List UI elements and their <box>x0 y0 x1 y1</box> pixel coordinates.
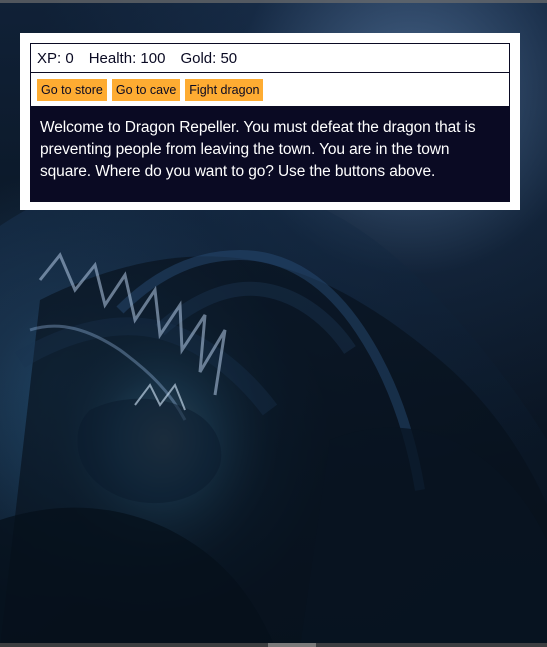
health-value: 100 <box>140 50 166 67</box>
gold-stat: Gold: 50 <box>180 50 237 67</box>
game-text: Welcome to Dragon Repeller. You must def… <box>30 107 510 202</box>
xp-value: 0 <box>65 50 74 67</box>
stats-bar: XP: 0 Health: 100 Gold: 50 <box>30 43 510 73</box>
gold-label: Gold: <box>180 50 217 67</box>
top-edge-strip <box>0 0 547 3</box>
game-message: Welcome to Dragon Repeller. You must def… <box>40 119 476 180</box>
controls-bar: Go to store Go to cave Fight dragon <box>30 73 510 107</box>
fight-dragon-button[interactable]: Fight dragon <box>185 79 264 101</box>
health-label: Health: <box>88 50 137 67</box>
game-panel: XP: 0 Health: 100 Gold: 50 Go to store G… <box>20 33 520 210</box>
xp-stat: XP: 0 <box>37 50 74 67</box>
bottom-scroll-indicator[interactable] <box>268 643 316 647</box>
gold-value: 50 <box>220 50 238 67</box>
health-stat: Health: 100 <box>89 50 166 67</box>
go-to-cave-button[interactable]: Go to cave <box>111 79 181 101</box>
xp-label: XP: <box>37 50 62 67</box>
go-to-store-button[interactable]: Go to store <box>37 79 107 101</box>
